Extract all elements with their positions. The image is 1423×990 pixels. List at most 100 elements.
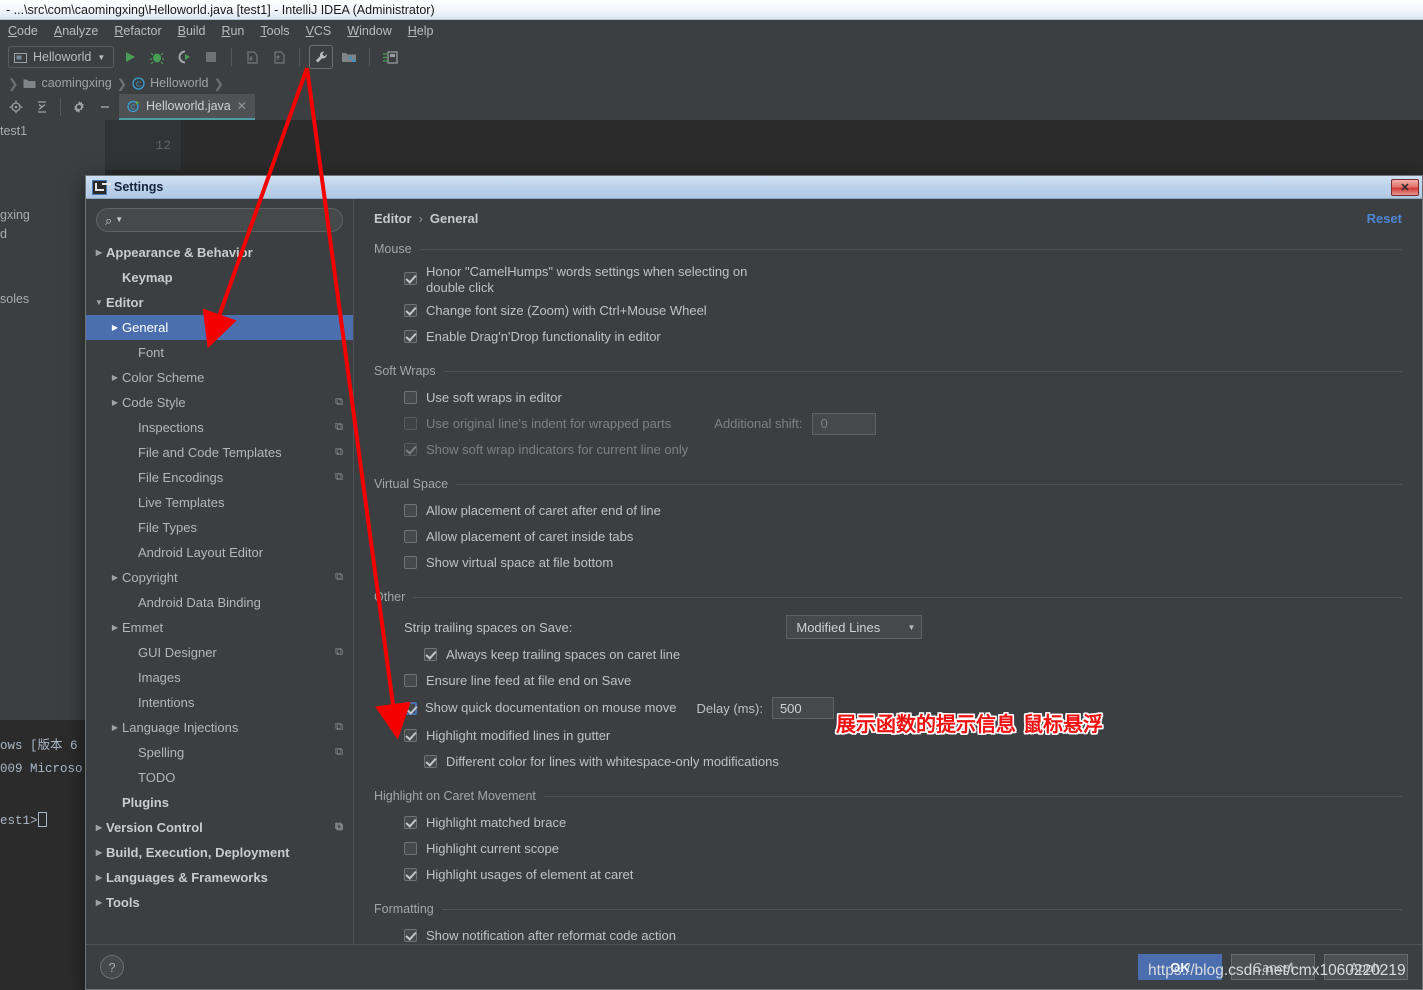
- locate-file-icon[interactable]: [4, 96, 28, 118]
- sdk-manager-icon[interactable]: [379, 46, 401, 68]
- copy-settings-icon[interactable]: ⧉: [335, 446, 343, 459]
- settings-wrench-icon[interactable]: [309, 45, 334, 69]
- checkbox-row-dragndrop[interactable]: Enable Drag'n'Drop functionality in edit…: [374, 325, 1402, 348]
- breadcrumb-item-package[interactable]: caomingxing: [23, 76, 112, 90]
- sidebar-item-version-control[interactable]: ▶ Version Control ⧉: [86, 815, 353, 840]
- sidebar-item-language-injections[interactable]: ▶ Language Injections ⧉: [86, 715, 353, 740]
- checkbox-row-usages-at-caret[interactable]: Highlight usages of element at caret: [374, 863, 1402, 886]
- checkbox-original-indent[interactable]: [404, 417, 417, 430]
- debug-button[interactable]: [146, 46, 168, 68]
- menu-item-help[interactable]: Help: [408, 24, 434, 38]
- checkbox-row-caret-inside-tabs[interactable]: Allow placement of caret inside tabs: [374, 525, 1402, 548]
- update-project-icon[interactable]: [241, 46, 263, 68]
- sidebar-item-gui-designer[interactable]: GUI Designer ⧉: [86, 640, 353, 665]
- copy-settings-icon[interactable]: ⧉: [335, 746, 343, 759]
- sidebar-item-editor[interactable]: ▼ Editor: [86, 290, 353, 315]
- sidebar-item-appearance-behavior[interactable]: ▶ Appearance & Behavior: [86, 240, 353, 265]
- sidebar-item-languages-frameworks[interactable]: ▶ Languages & Frameworks: [86, 865, 353, 890]
- copy-settings-icon[interactable]: ⧉: [335, 821, 343, 834]
- sidebar-item-code-style[interactable]: ▶ Code Style ⧉: [86, 390, 353, 415]
- sidebar-item-general[interactable]: ▶ General: [86, 315, 353, 340]
- checkbox-quick-doc[interactable]: [404, 701, 417, 715]
- checkbox-caret-inside-tabs[interactable]: [404, 530, 417, 543]
- sidebar-item-file-types[interactable]: File Types: [86, 515, 353, 540]
- copy-settings-icon[interactable]: ⧉: [335, 571, 343, 584]
- sidebar-item-color-scheme[interactable]: ▶ Color Scheme: [86, 365, 353, 390]
- checkbox-current-scope[interactable]: [404, 842, 417, 855]
- gear-icon[interactable]: [67, 96, 91, 118]
- checkbox-ensure-linefeed[interactable]: [404, 674, 417, 687]
- sidebar-item-android-layout-editor[interactable]: Android Layout Editor: [86, 540, 353, 565]
- copy-settings-icon[interactable]: ⧉: [335, 471, 343, 484]
- sidebar-item-build-execution-deployment[interactable]: ▶ Build, Execution, Deployment: [86, 840, 353, 865]
- checkbox-row-reformat-notification[interactable]: Show notification after reformat code ac…: [374, 924, 1402, 944]
- apply-button[interactable]: Apply: [1324, 954, 1408, 980]
- project-item-3[interactable]: soles: [0, 292, 29, 306]
- project-item-0[interactable]: test1: [0, 124, 27, 138]
- checkbox-row-wrap-indicators[interactable]: Show soft wrap indicators for current li…: [374, 438, 1402, 461]
- sidebar-item-copyright[interactable]: ▶ Copyright ⧉: [86, 565, 353, 590]
- checkbox-camelhumps[interactable]: [404, 272, 417, 285]
- sidebar-item-intentions[interactable]: Intentions: [86, 690, 353, 715]
- sidebar-item-android-data-binding[interactable]: Android Data Binding: [86, 590, 353, 615]
- collapse-all-icon[interactable]: [30, 96, 54, 118]
- checkbox-row-zoom[interactable]: Change font size (Zoom) with Ctrl+Mouse …: [374, 299, 1402, 322]
- checkbox-matched-brace[interactable]: [404, 816, 417, 829]
- sidebar-item-todo[interactable]: TODO: [86, 765, 353, 790]
- sidebar-item-images[interactable]: Images: [86, 665, 353, 690]
- sidebar-item-file-and-code-templates[interactable]: File and Code Templates ⧉: [86, 440, 353, 465]
- menu-item-tools[interactable]: Tools: [260, 24, 289, 38]
- checkbox-row-matched-brace[interactable]: Highlight matched brace: [374, 811, 1402, 834]
- help-button[interactable]: ?: [100, 955, 124, 979]
- menu-item-code[interactable]: Code: [8, 24, 38, 38]
- project-item-2[interactable]: d: [0, 227, 7, 241]
- checkbox-wrap-indicators[interactable]: [404, 443, 417, 456]
- pane-breadcrumb-parent[interactable]: Editor: [374, 211, 412, 226]
- run-configuration-selector[interactable]: Helloworld ▼: [8, 46, 115, 68]
- checkbox-different-color[interactable]: [424, 755, 437, 768]
- close-icon[interactable]: ✕: [237, 99, 247, 113]
- sidebar-item-plugins[interactable]: Plugins: [86, 790, 353, 815]
- copy-settings-icon[interactable]: ⧉: [335, 721, 343, 734]
- checkbox-keep-trailing[interactable]: [424, 648, 437, 661]
- checkbox-use-soft-wraps[interactable]: [404, 391, 417, 404]
- sidebar-item-keymap[interactable]: Keymap: [86, 265, 353, 290]
- checkbox-zoom[interactable]: [404, 304, 417, 317]
- sidebar-item-spelling[interactable]: Spelling ⧉: [86, 740, 353, 765]
- checkbox-row-use-soft-wraps[interactable]: Use soft wraps in editor: [374, 386, 1402, 409]
- close-button[interactable]: ✕: [1391, 178, 1419, 196]
- menu-item-run[interactable]: Run: [221, 24, 244, 38]
- menu-item-refactor[interactable]: Refactor: [114, 24, 161, 38]
- checkbox-row-different-color[interactable]: Different color for lines with whitespac…: [374, 750, 1402, 773]
- copy-settings-icon[interactable]: ⧉: [335, 396, 343, 409]
- copy-settings-icon[interactable]: ⧉: [335, 646, 343, 659]
- checkbox-row-original-indent[interactable]: Use original line's indent for wrapped p…: [374, 412, 1402, 435]
- run-button[interactable]: [119, 46, 141, 68]
- sidebar-item-inspections[interactable]: Inspections ⧉: [86, 415, 353, 440]
- checkbox-row-caret-after-eol[interactable]: Allow placement of caret after end of li…: [374, 499, 1402, 522]
- checkbox-dragndrop[interactable]: [404, 330, 417, 343]
- checkbox-row-ensure-linefeed[interactable]: Ensure line feed at file end on Save: [374, 669, 1402, 692]
- checkbox-row-camelhumps[interactable]: Honor "CamelHumps" words settings when s…: [374, 264, 1402, 296]
- sidebar-item-tools[interactable]: ▶ Tools: [86, 890, 353, 915]
- chevron-down-icon[interactable]: ▼: [115, 216, 123, 224]
- project-structure-icon[interactable]: [338, 46, 360, 68]
- checkbox-row-quick-doc[interactable]: Show quick documentation on mouse move D…: [374, 695, 1402, 721]
- commit-icon[interactable]: [268, 46, 290, 68]
- cancel-button[interactable]: Cancel: [1231, 954, 1315, 980]
- ok-button[interactable]: OK: [1138, 954, 1222, 980]
- checkbox-caret-after-eol[interactable]: [404, 504, 417, 517]
- file-tab-helloworld[interactable]: C Helloworld.java ✕: [119, 94, 255, 120]
- checkbox-highlight-gutter[interactable]: [404, 729, 417, 742]
- checkbox-virtual-space-bottom[interactable]: [404, 556, 417, 569]
- additional-shift-input[interactable]: 0: [812, 412, 877, 435]
- menu-item-analyze[interactable]: Analyze: [54, 24, 98, 38]
- sidebar-item-font[interactable]: Font: [86, 340, 353, 365]
- checkbox-row-keep-trailing[interactable]: Always keep trailing spaces on caret lin…: [374, 643, 1402, 666]
- search-box[interactable]: ⌕ ▼: [96, 208, 343, 232]
- sidebar-item-emmet[interactable]: ▶ Emmet: [86, 615, 353, 640]
- search-input[interactable]: [126, 213, 334, 227]
- project-item-1[interactable]: gxing: [0, 208, 30, 222]
- strip-trailing-combobox[interactable]: Modified Lines ▼: [786, 615, 923, 639]
- checkbox-row-virtual-space-bottom[interactable]: Show virtual space at file bottom: [374, 551, 1402, 574]
